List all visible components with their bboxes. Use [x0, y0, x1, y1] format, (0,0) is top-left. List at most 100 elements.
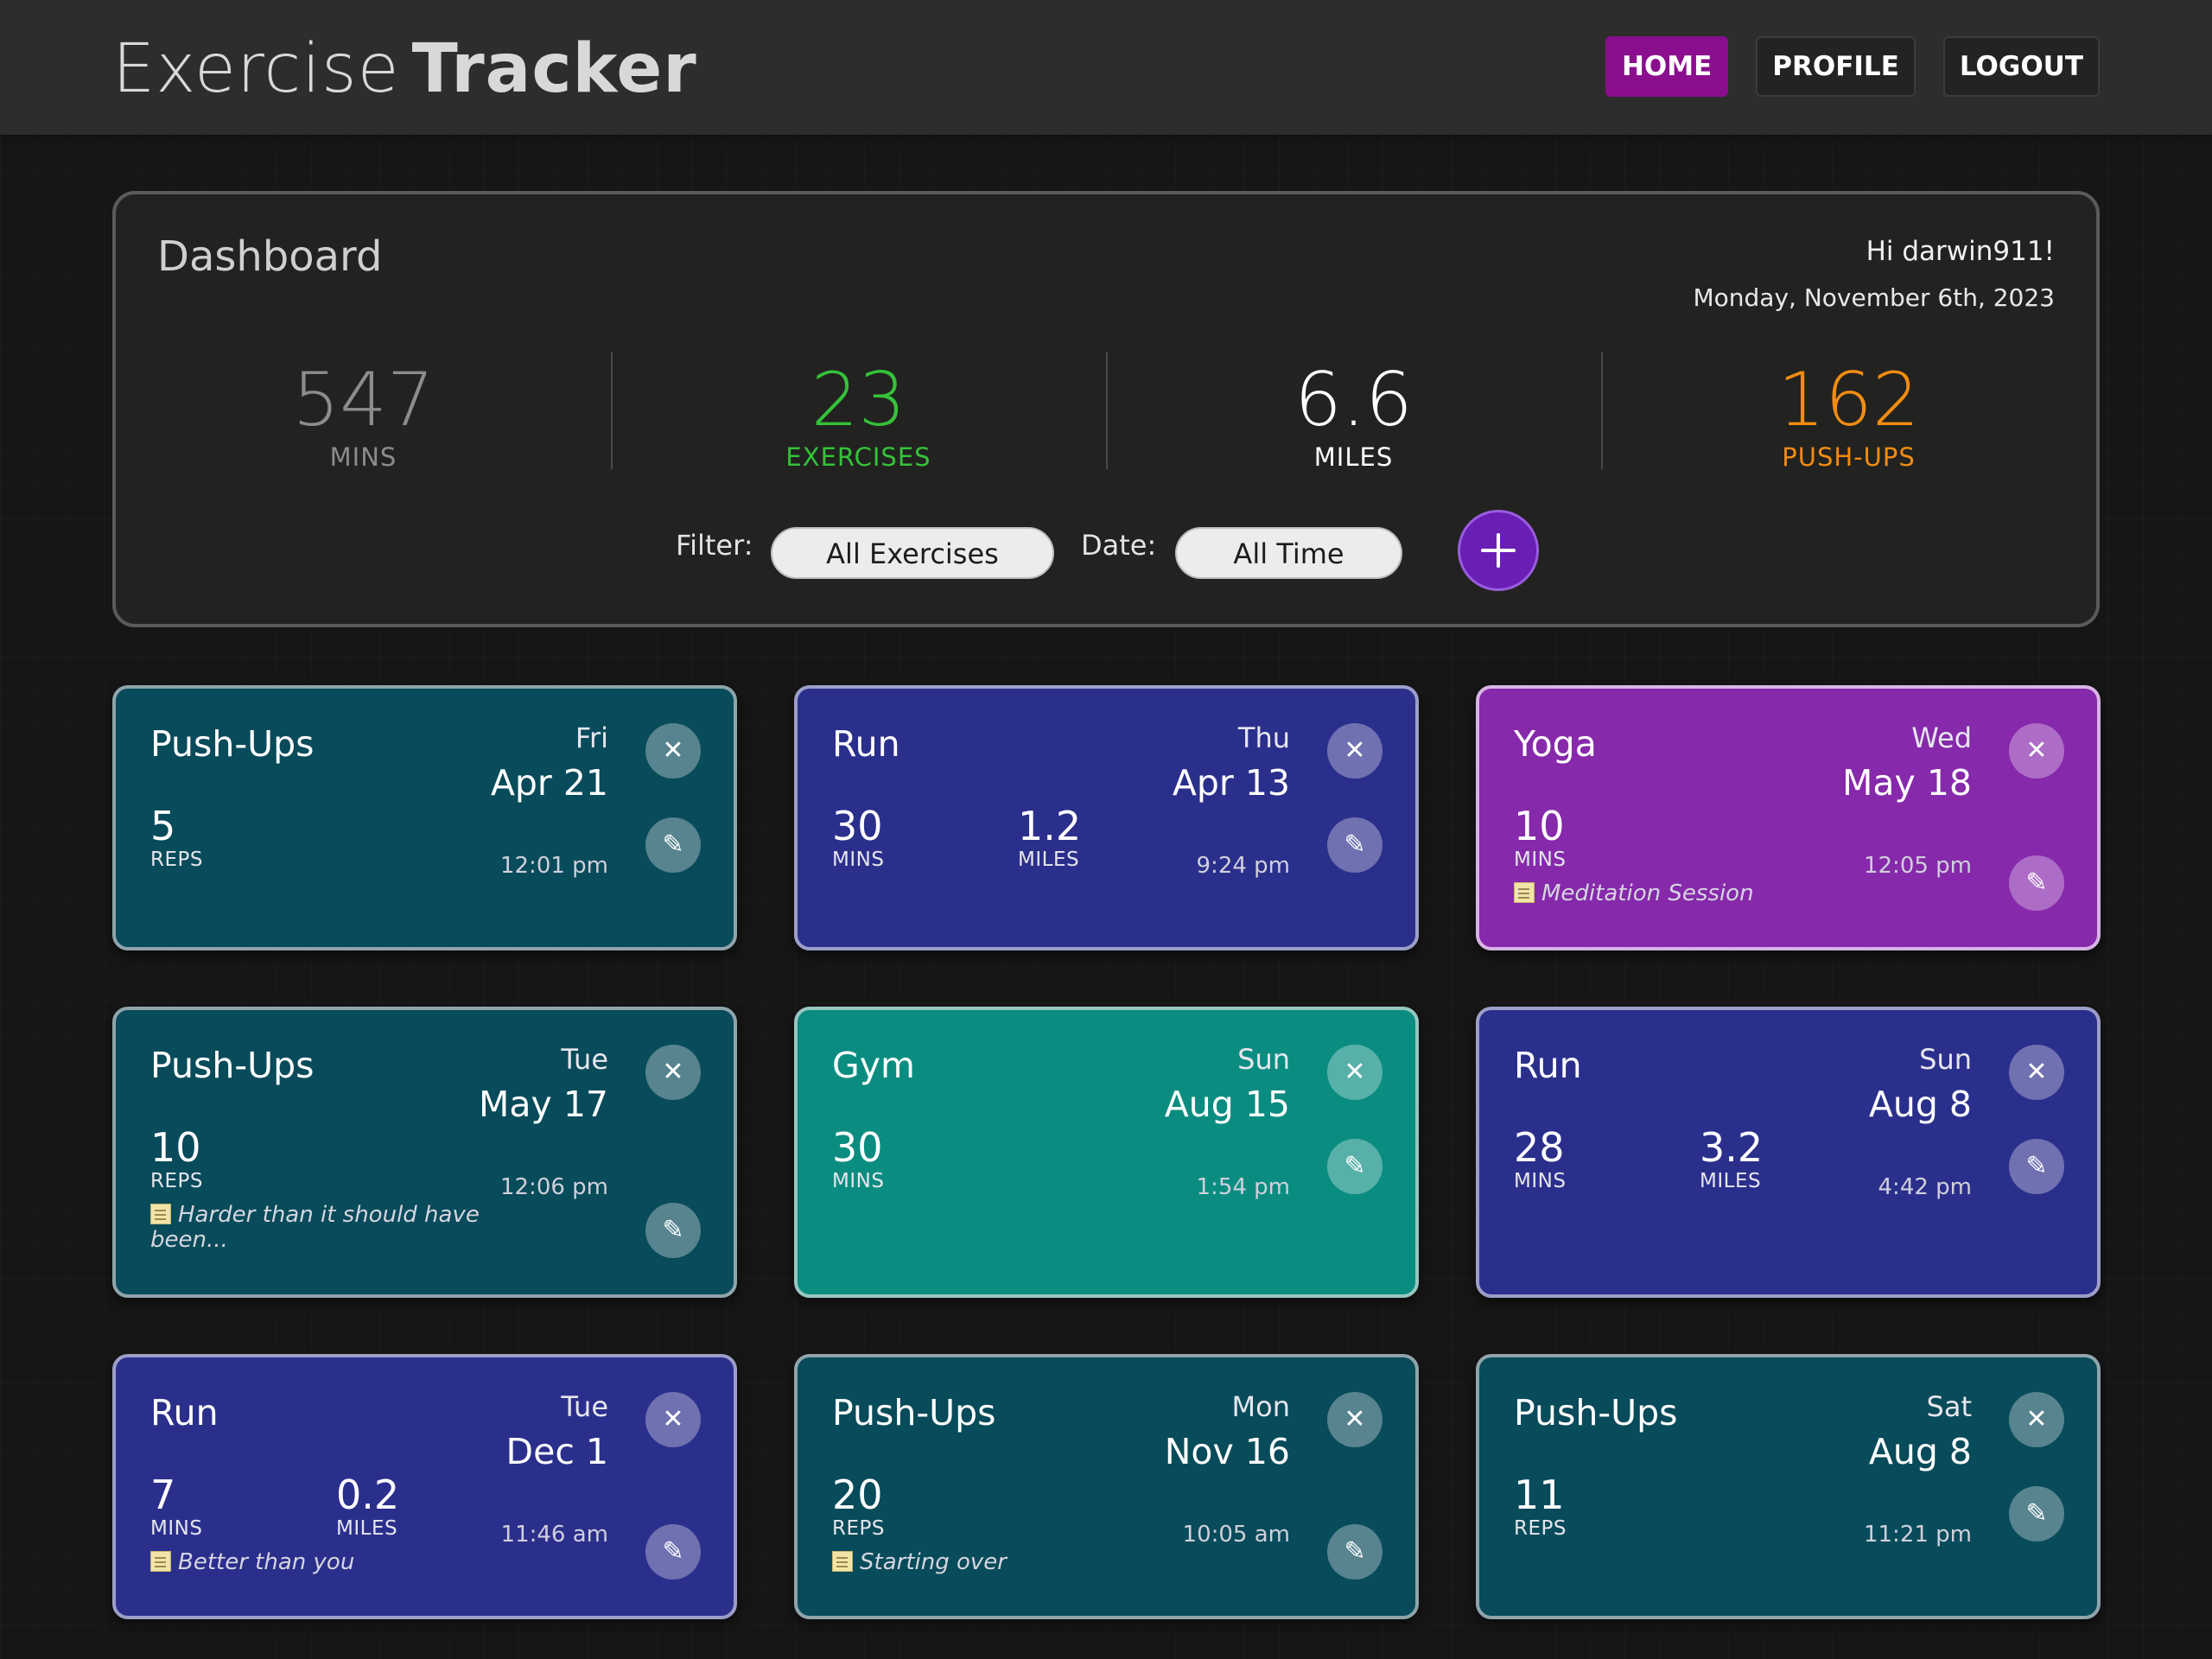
exercise-time: 11:21 pm	[1863, 1522, 1972, 1548]
nav-profile-button[interactable]: PROFILE	[1756, 36, 1916, 97]
exercise-card[interactable]: Run Thu Apr 13 9:24 pm 30 MINS 1.2 MILES ✕ ✎	[794, 685, 1419, 950]
exercise-weekday: Mon	[1231, 1390, 1290, 1423]
edit-exercise-button[interactable]: ✎	[645, 1203, 701, 1258]
stat-value: 6.6	[1294, 357, 1413, 443]
exercise-card[interactable]: Push-Ups Mon Nov 16 10:05 am 20 REPS Starting …	[794, 1354, 1419, 1619]
exercise-card[interactable]: Run Sun Aug 8 4:42 pm 28 MINS 3.2 MILES ✕ ✎	[1476, 1007, 2101, 1298]
exercise-date: May 17	[479, 1084, 608, 1125]
pencil-icon: ✎	[2025, 868, 2048, 898]
exercise-time: 12:05 pm	[1863, 853, 1972, 879]
stats-row: 547 MINS 23 EXERCISES 6.6 MILES 162 PUSH…	[116, 350, 2096, 471]
exercise-weekday: Thu	[1237, 721, 1290, 754]
notepad-icon	[150, 1551, 171, 1572]
pencil-icon: ✎	[2025, 1151, 2048, 1181]
delete-exercise-button[interactable]: ✕	[645, 723, 701, 779]
add-exercise-button[interactable]	[1458, 510, 1539, 591]
metric-value: 1.2	[1018, 803, 1082, 849]
pencil-icon: ✎	[1344, 1151, 1366, 1181]
metric-unit: MINS	[150, 1517, 203, 1540]
exercise-time: 11:46 am	[500, 1522, 608, 1548]
metric-value: 11	[1514, 1471, 1565, 1518]
pencil-icon: ✎	[662, 1215, 684, 1245]
metric-value: 20	[832, 1471, 883, 1518]
note-text: Harder than it should have been...	[150, 1202, 480, 1253]
metric-unit: REPS	[150, 1170, 203, 1192]
metric-value: 3.2	[1700, 1124, 1764, 1171]
nav-home-button[interactable]: HOME	[1605, 36, 1729, 97]
date-label: Date:	[1081, 529, 1157, 562]
exercise-date: Dec 1	[505, 1431, 608, 1472]
user-greeting: Hi darwin911!	[1866, 236, 2055, 267]
note-text: Starting over	[860, 1549, 1007, 1575]
delete-exercise-button[interactable]: ✕	[2009, 1045, 2064, 1100]
metric-value: 5	[150, 803, 176, 849]
edit-exercise-button[interactable]: ✎	[645, 1524, 701, 1580]
delete-exercise-button[interactable]: ✕	[2009, 1392, 2064, 1447]
exercise-name: Push-Ups	[1514, 1392, 1678, 1433]
edit-exercise-button[interactable]: ✎	[2009, 1139, 2064, 1194]
close-icon: ✕	[2025, 1404, 2048, 1434]
exercise-weekday: Wed	[1911, 721, 1972, 754]
exercise-name: Run	[832, 723, 900, 765]
exercise-metric: 30 MINS	[832, 1125, 884, 1192]
exercise-note: Harder than it should have been...	[150, 1203, 487, 1253]
exercise-filter-select[interactable]: All Exercises	[771, 527, 1054, 579]
metric-unit: MINS	[1514, 1170, 1567, 1192]
metric-unit: MILES	[336, 1517, 398, 1540]
delete-exercise-button[interactable]: ✕	[1327, 1392, 1382, 1447]
edit-exercise-button[interactable]: ✎	[2009, 1486, 2064, 1541]
metric-value: 30	[832, 803, 883, 849]
exercise-name: Push-Ups	[150, 1045, 315, 1086]
exercise-card[interactable]: Push-Ups Fri Apr 21 12:01 pm 5 REPS ✕ ✎	[112, 685, 737, 950]
filter-controls: Filter: All Exercises Date: All Time	[116, 501, 2096, 591]
edit-exercise-button[interactable]: ✎	[2009, 855, 2064, 911]
exercise-name: Gym	[832, 1045, 915, 1086]
exercise-weekday: Tue	[561, 1043, 608, 1076]
metric-value: 10	[150, 1124, 201, 1171]
exercise-name: Push-Ups	[150, 723, 315, 765]
note-text: Meditation Session	[1541, 880, 1754, 906]
edit-exercise-button[interactable]: ✎	[1327, 817, 1382, 873]
metric-value: 7	[150, 1471, 176, 1518]
stat-value: 547	[292, 357, 435, 443]
nav-logout-button[interactable]: LOGOUT	[1942, 36, 2100, 97]
stat-pushups: 162 PUSH-UPS	[1601, 350, 2096, 471]
current-date: Monday, November 6th, 2023	[1693, 283, 2056, 312]
delete-exercise-button[interactable]: ✕	[645, 1045, 701, 1100]
metric-value: 30	[832, 1124, 883, 1171]
exercise-card[interactable]: Run Tue Dec 1 11:46 am 7 MINS 0.2 MILES Better t…	[112, 1354, 737, 1619]
delete-exercise-button[interactable]: ✕	[1327, 1045, 1382, 1100]
app-logo[interactable]: Exercise Tracker	[112, 26, 697, 112]
exercise-card[interactable]: Push-Ups Tue May 17 12:06 pm 10 REPS Harder th…	[112, 1007, 737, 1298]
exercise-name: Yoga	[1514, 723, 1597, 765]
stat-label: EXERCISES	[785, 442, 931, 472]
exercise-card[interactable]: Push-Ups Sat Aug 8 11:21 pm 11 REPS ✕ ✎	[1476, 1354, 2101, 1619]
delete-exercise-button[interactable]: ✕	[2009, 723, 2064, 779]
delete-exercise-button[interactable]: ✕	[645, 1392, 701, 1447]
edit-exercise-button[interactable]: ✎	[1327, 1139, 1382, 1194]
delete-exercise-button[interactable]: ✕	[1327, 723, 1382, 779]
date-filter-select[interactable]: All Time	[1175, 527, 1402, 579]
pencil-icon: ✎	[662, 830, 684, 860]
exercise-time: 1:54 pm	[1196, 1174, 1290, 1200]
exercise-weekday: Tue	[561, 1390, 608, 1423]
exercise-date: Aug 8	[1868, 1084, 1972, 1125]
app-title-light: Exercise	[112, 30, 400, 108]
exercise-date: Aug 15	[1164, 1084, 1290, 1125]
exercise-metric: 10 MINS	[1514, 804, 1566, 871]
notepad-icon	[832, 1551, 853, 1572]
exercise-metric: 3.2 MILES	[1700, 1125, 1763, 1192]
exercise-date: Nov 16	[1164, 1431, 1290, 1472]
stat-label: MILES	[1313, 442, 1394, 472]
stat-label: MINS	[329, 442, 397, 472]
metric-value: 10	[1514, 803, 1565, 849]
edit-exercise-button[interactable]: ✎	[1327, 1524, 1382, 1580]
metric-value: 28	[1514, 1124, 1565, 1171]
exercise-metric: 20 REPS	[832, 1472, 885, 1540]
edit-exercise-button[interactable]: ✎	[645, 817, 701, 873]
exercise-card[interactable]: Gym Sun Aug 15 1:54 pm 30 MINS ✕ ✎	[794, 1007, 1419, 1298]
pencil-icon: ✎	[1344, 1536, 1366, 1567]
stat-label: PUSH-UPS	[1782, 442, 1916, 472]
exercise-metric: 1.2 MILES	[1018, 804, 1081, 871]
exercise-card[interactable]: Yoga Wed May 18 12:05 pm 10 MINS Meditation Se…	[1476, 685, 2101, 950]
